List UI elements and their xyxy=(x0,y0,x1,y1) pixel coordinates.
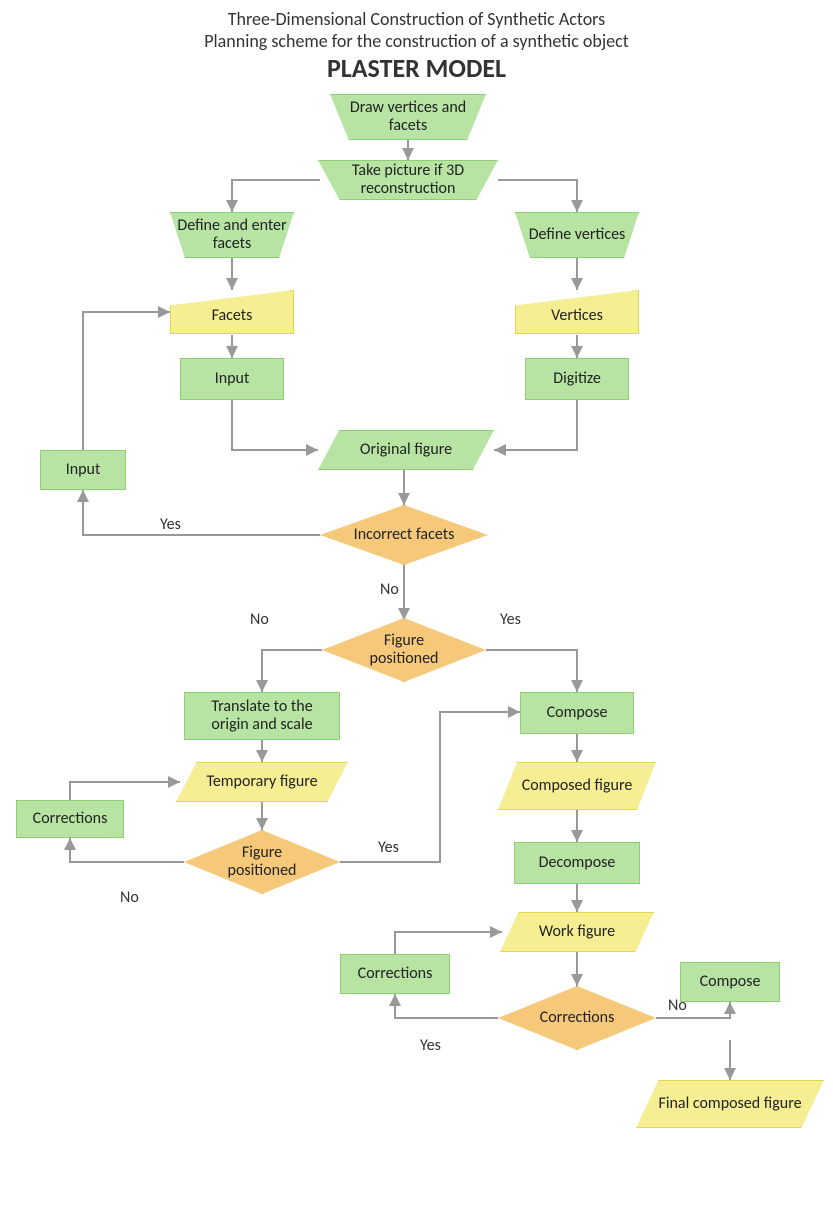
label-no-4: No xyxy=(668,996,687,1015)
node-incorrect-facets: Incorrect facets xyxy=(320,505,488,565)
node-original-figure: Original figure xyxy=(318,430,494,470)
node-draw: Draw vertices and facets xyxy=(330,94,486,140)
node-compose-2: Compose xyxy=(680,962,780,1002)
title-line1: Three-Dimensional Construction of Synthe… xyxy=(0,8,833,30)
node-translate: Translate to the origin and scale xyxy=(184,692,340,740)
label-no-2: No xyxy=(250,610,269,629)
node-decompose: Decompose xyxy=(514,842,640,884)
label-yes-2: Yes xyxy=(500,610,521,629)
title-main: PLASTER MODEL xyxy=(0,52,833,84)
label-no-3: No xyxy=(120,888,139,907)
node-compose-1: Compose xyxy=(520,692,634,734)
node-corrections-decision: Corrections xyxy=(498,986,656,1050)
title-line2: Planning scheme for the construction of … xyxy=(0,30,833,52)
label-yes-1: Yes xyxy=(160,515,181,534)
label-yes-4: Yes xyxy=(420,1036,441,1055)
node-figure-positioned-2: Figure positioned xyxy=(184,830,340,894)
label-no-1: No xyxy=(380,580,399,599)
node-deffacets: Define and enter facets xyxy=(170,212,294,258)
node-input-loop: Input xyxy=(40,450,126,490)
node-composed-figure: Composed figure xyxy=(498,762,656,810)
node-facets: Facets xyxy=(170,290,294,334)
label-yes-3: Yes xyxy=(378,838,399,857)
node-corrections-left: Corrections xyxy=(16,800,124,838)
node-digitize: Digitize xyxy=(525,358,629,400)
node-corrections-right: Corrections xyxy=(340,954,450,994)
node-defverts: Define vertices xyxy=(515,212,639,258)
node-takepic: Take picture if 3D reconstruction xyxy=(318,160,498,200)
node-temp-figure: Temporary figure xyxy=(176,762,348,802)
node-input-left: Input xyxy=(180,358,284,400)
node-final-figure: Final composed figure xyxy=(636,1080,824,1128)
node-work-figure: Work figure xyxy=(500,912,654,952)
flowchart-canvas: Three-Dimensional Construction of Synthe… xyxy=(0,0,833,1209)
node-figure-positioned-1: Figure positioned xyxy=(322,618,486,682)
node-vertices: Vertices xyxy=(515,290,639,334)
